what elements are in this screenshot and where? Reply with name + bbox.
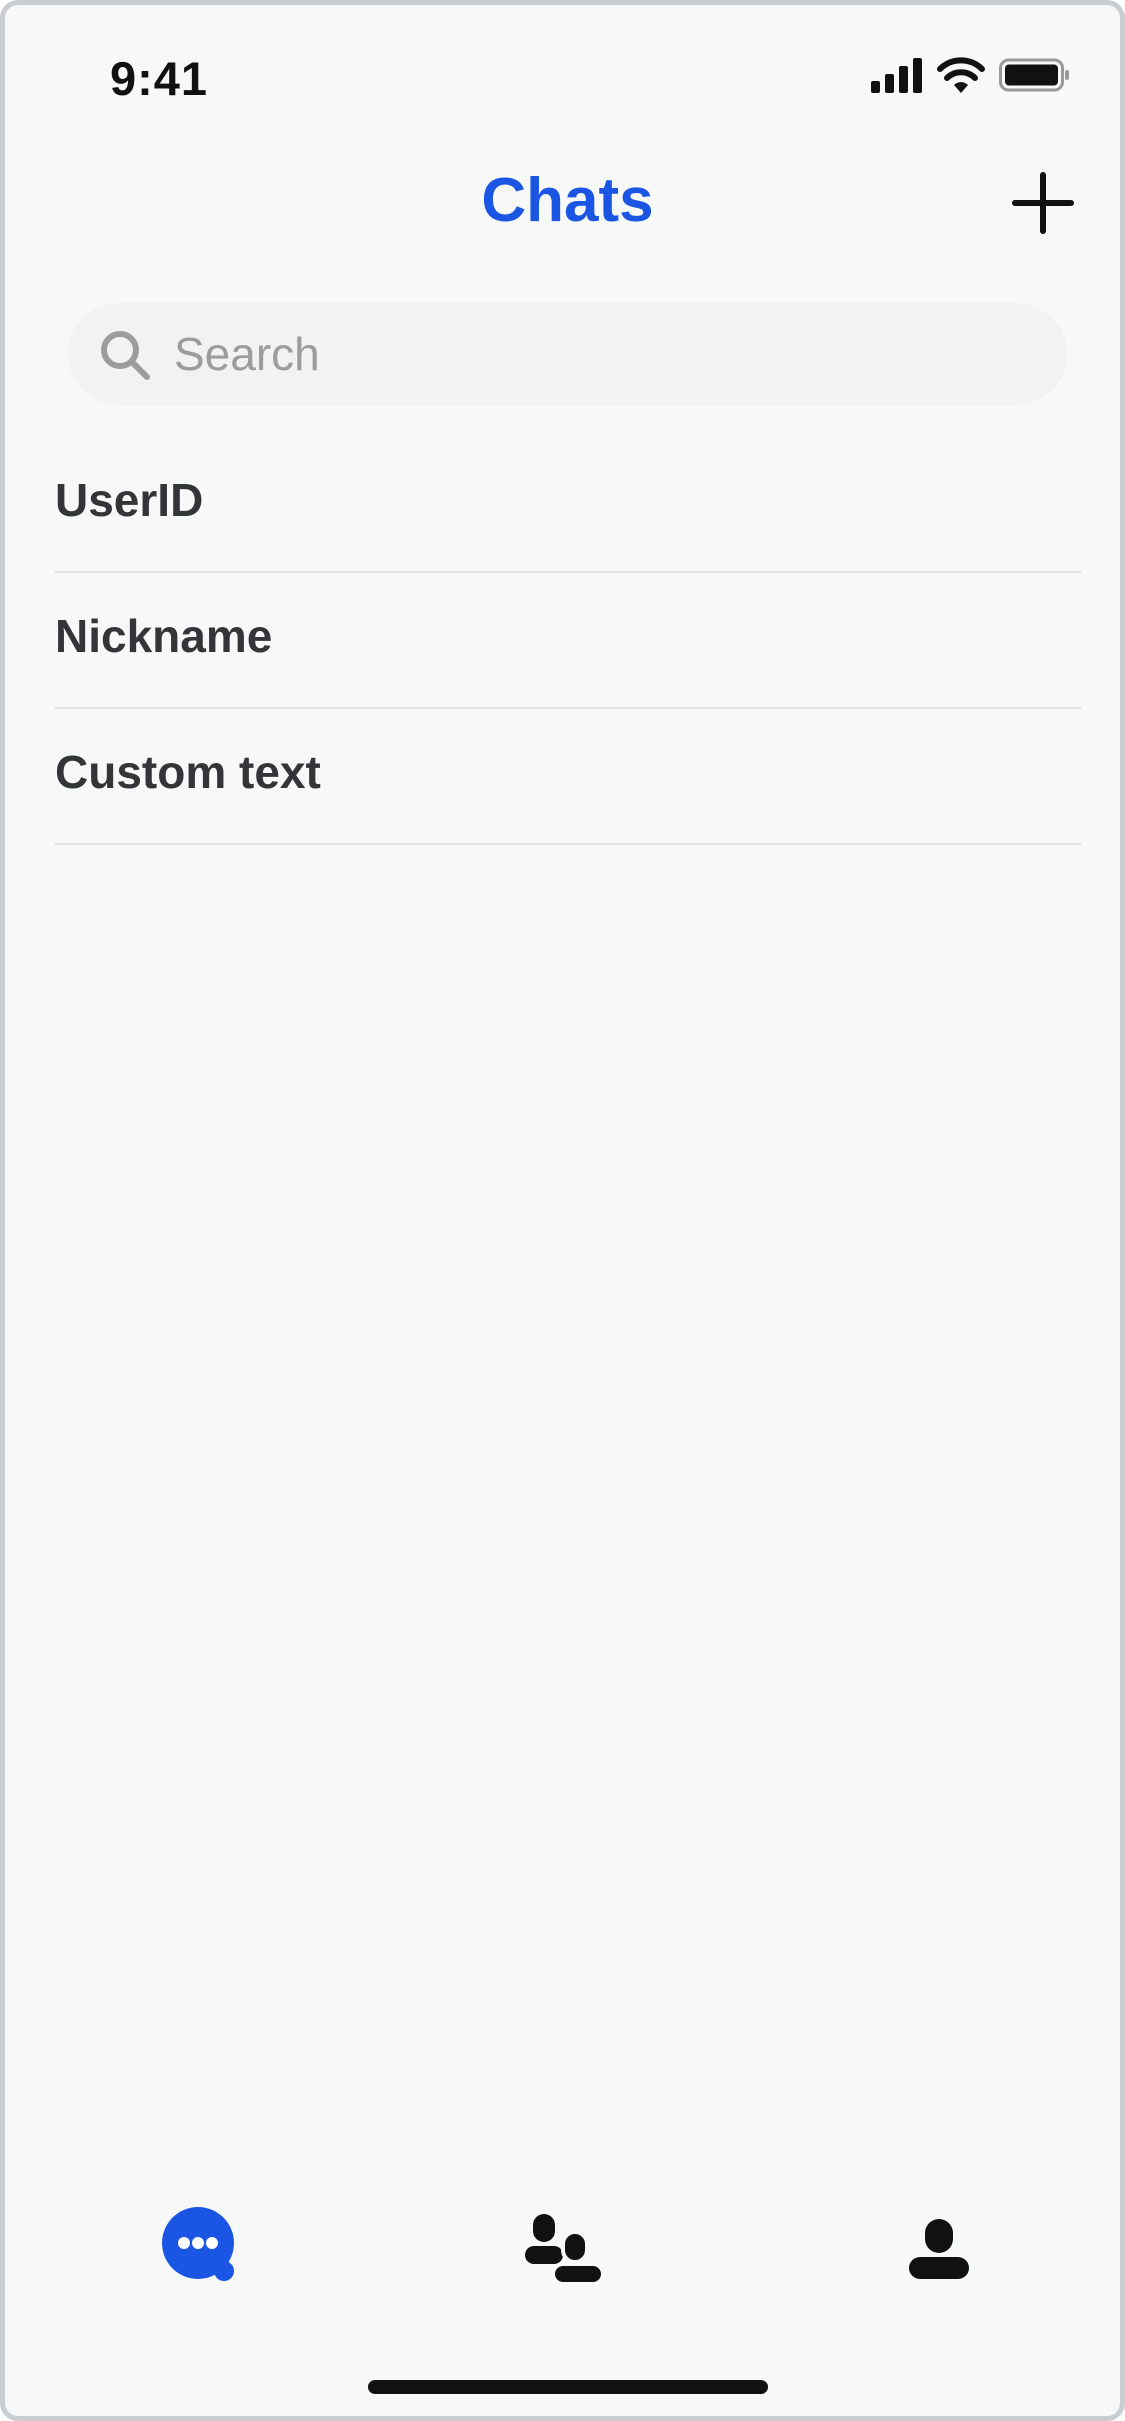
contacts-icon	[525, 2214, 605, 2286]
list-item-userid[interactable]: UserID	[55, 437, 1081, 573]
search-input[interactable]	[174, 303, 1034, 405]
tab-profile[interactable]	[907, 2217, 971, 2281]
list-item-nickname[interactable]: Nickname	[55, 573, 1081, 709]
cellular-signal-icon	[871, 58, 922, 93]
plus-icon	[1012, 172, 1074, 234]
add-chat-button[interactable]	[1005, 165, 1081, 241]
chat-list: UserID Nickname Custom text	[55, 437, 1081, 845]
home-indicator	[368, 2380, 768, 2394]
status-time: 9:41	[110, 52, 209, 105]
tab-chats[interactable]	[160, 2205, 240, 2285]
wifi-icon	[937, 57, 985, 93]
list-item-label: Custom text	[55, 746, 321, 798]
page-title: Chats	[481, 166, 654, 235]
list-item-label: Nickname	[55, 610, 273, 662]
battery-icon	[999, 58, 1069, 92]
search-icon	[101, 331, 150, 380]
tab-contacts[interactable]	[523, 2210, 607, 2286]
chat-bubble-icon	[162, 2207, 234, 2281]
list-item-custom-text[interactable]: Custom text	[55, 709, 1081, 845]
phone-screen: 9:41 Chats Search UserID Nickname Custom…	[0, 0, 1125, 2421]
list-item-label: UserID	[55, 474, 204, 526]
search-bar[interactable]	[68, 303, 1067, 405]
profile-icon	[909, 2219, 969, 2279]
